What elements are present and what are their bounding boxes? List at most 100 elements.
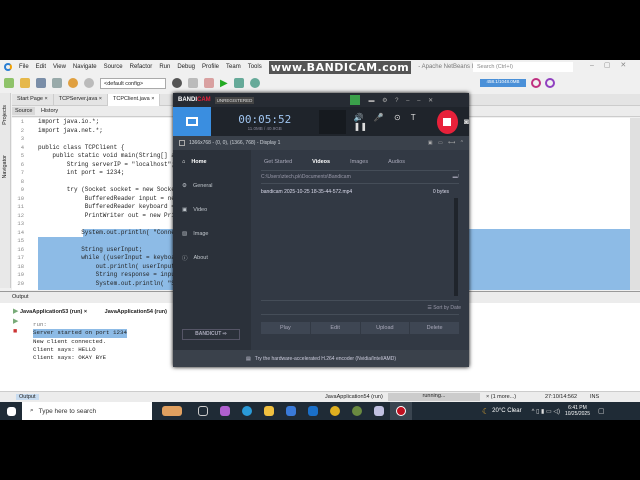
task-view-icon[interactable] <box>192 402 214 420</box>
search-input[interactable]: Search (Ctrl+I) <box>473 62 573 72</box>
history-tab[interactable]: History <box>37 107 62 115</box>
menu-profile[interactable]: Profile <box>202 64 219 70</box>
output-bottom-tab[interactable]: Output <box>16 394 39 400</box>
tab-images[interactable]: Images <box>350 159 368 165</box>
taskbar-search[interactable]: ⌕ Type here to search <box>22 402 152 420</box>
folder-icon[interactable]: ▬/ <box>453 174 459 180</box>
nav-general[interactable]: ⚙ General <box>173 174 251 198</box>
explorer-icon[interactable] <box>258 402 280 420</box>
home-icon: ⌂ <box>182 159 186 165</box>
code-line: import java.io.*; <box>38 118 100 125</box>
clock[interactable]: 6:41 PM 10/25/2025 <box>565 405 590 417</box>
clean-build-icon[interactable] <box>204 78 214 88</box>
tab-get-started[interactable]: Get Started <box>264 159 292 165</box>
store-icon[interactable] <box>280 402 302 420</box>
audio-icons[interactable]: 🔊 🎤 ⊙ T ❚❚ <box>354 113 431 131</box>
weather-text[interactable]: 20°C Clear <box>492 408 521 414</box>
upload-button[interactable]: Upload <box>360 322 410 334</box>
tab-audios[interactable]: Audios <box>388 159 405 165</box>
stop-button[interactable] <box>436 109 459 134</box>
memory-indicator[interactable]: 458.1/1048.0MB <box>480 79 526 87</box>
title-icons[interactable]: ▬ ⚙ ? – – ✕ <box>368 97 433 104</box>
webcam-icon[interactable] <box>318 109 346 134</box>
status-more[interactable]: × (1 more...) <box>486 394 516 400</box>
redo-icon[interactable] <box>84 78 94 88</box>
menu-view[interactable]: View <box>53 64 66 70</box>
nav-about[interactable]: ⓘ About <box>173 246 251 270</box>
folder-path[interactable]: C:\Users\ztech.pk\Documents\Bandicam <box>261 174 351 180</box>
file-list-scrollbar[interactable] <box>454 198 458 296</box>
delete-button[interactable]: Delete <box>410 322 459 334</box>
netbeans-task-icon[interactable] <box>346 402 368 420</box>
menu-refactor[interactable]: Refactor <box>130 64 153 70</box>
tab-tcpserver[interactable]: TCPServer.java × <box>54 94 109 106</box>
new-project-icon[interactable] <box>4 78 14 88</box>
save-all-icon[interactable] <box>36 78 46 88</box>
notification-icon[interactable]: ▢ <box>598 407 605 415</box>
tip-text: Try the hardware-accelerated H.264 encod… <box>254 355 396 362</box>
menu-team[interactable]: Team <box>226 64 241 70</box>
tab-tcpclient[interactable]: TCPClient.java × <box>108 94 161 106</box>
tray-icons[interactable]: ^ ▯ ▮ ▭ ◁) <box>532 408 560 415</box>
nav-video[interactable]: ▣ Video <box>173 198 251 222</box>
line-number: 10 <box>17 194 24 202</box>
target-icon[interactable] <box>172 78 182 88</box>
play-button[interactable]: Play <box>261 322 310 334</box>
tab-label: Start Page <box>17 96 43 102</box>
menu-navigate[interactable]: Navigate <box>73 64 97 70</box>
outlook-icon[interactable] <box>302 402 324 420</box>
line-number: 11 <box>17 203 24 210</box>
navigator-tab[interactable]: Navigator <box>2 155 8 179</box>
new-file-icon[interactable] <box>20 78 30 88</box>
nav-home[interactable]: ⌂ Home <box>173 150 251 174</box>
tab-start-page[interactable]: Start Page × <box>12 94 54 106</box>
menu-edit[interactable]: Edit <box>36 64 46 70</box>
nav-image[interactable]: ▨ Image <box>173 222 251 246</box>
bandicut-button[interactable]: BANDICUT ⇨ <box>182 329 240 340</box>
lock-icon[interactable] <box>350 95 361 105</box>
screen-mode-button[interactable] <box>173 107 211 136</box>
gc-icon-2[interactable] <box>545 78 555 88</box>
status-mode: INS <box>590 394 600 400</box>
window-controls[interactable]: – ▢ ✕ <box>590 61 626 69</box>
toolbar: <default config> ▶ <box>4 75 260 91</box>
menu-file[interactable]: File <box>19 64 29 70</box>
undo-icon[interactable] <box>68 78 78 88</box>
region-icons[interactable]: ▣ ▭ ⟷ ^ <box>428 140 463 146</box>
debug-icon[interactable] <box>233 78 244 88</box>
tab-label: JavaApplication53 (run) <box>20 309 83 315</box>
file-item[interactable]: bandicam 2025-10-25 18-35-44-572.mp4 0 by… <box>261 189 459 195</box>
info-icon: ⓘ <box>182 256 188 262</box>
menu-tools[interactable]: Tools <box>248 64 262 70</box>
build-icon[interactable] <box>188 78 198 88</box>
menu-run[interactable]: Run <box>159 64 170 70</box>
region-checkbox[interactable] <box>179 140 185 146</box>
editor-scrollbar[interactable] <box>630 118 640 290</box>
close-project-icon[interactable] <box>52 78 62 88</box>
camera-icon[interactable]: ◙ <box>464 117 469 126</box>
config-select[interactable]: <default config> <box>100 77 166 89</box>
run-icon[interactable]: ▶ <box>220 78 228 89</box>
output-tab-54[interactable]: JavaApplication54 (run) <box>97 308 175 316</box>
menu-debug[interactable]: Debug <box>177 64 195 70</box>
start-button[interactable] <box>0 402 22 420</box>
app-icon[interactable] <box>368 402 390 420</box>
unregistered-badge[interactable]: UNREGISTERED <box>214 96 255 104</box>
chrome-icon[interactable] <box>324 402 346 420</box>
menu-source[interactable]: Source <box>104 64 123 70</box>
rerun-icon[interactable]: ▶ ▶ ■ <box>13 307 21 337</box>
sort-button[interactable]: ☰ Sort by Date <box>427 305 461 311</box>
tip-bar[interactable]: ▤ Try the hardware-accelerated H.264 enco… <box>173 350 469 367</box>
source-tab[interactable]: Source <box>12 107 36 115</box>
projects-tab[interactable]: Projects <box>2 105 8 125</box>
output-line: New client connected. <box>33 337 107 345</box>
gc-icon[interactable] <box>531 78 541 88</box>
code-line: import java.net.*; <box>38 126 103 134</box>
bandicam-task-icon[interactable] <box>390 402 412 420</box>
edge-icon[interactable] <box>236 402 258 420</box>
profile-icon[interactable] <box>249 78 260 88</box>
output-tab-53[interactable]: JavaApplication53 (run) × <box>12 308 95 316</box>
tab-videos[interactable]: Videos <box>312 159 330 165</box>
copilot-icon[interactable] <box>214 402 236 420</box>
edit-button[interactable]: Edit <box>310 322 360 334</box>
